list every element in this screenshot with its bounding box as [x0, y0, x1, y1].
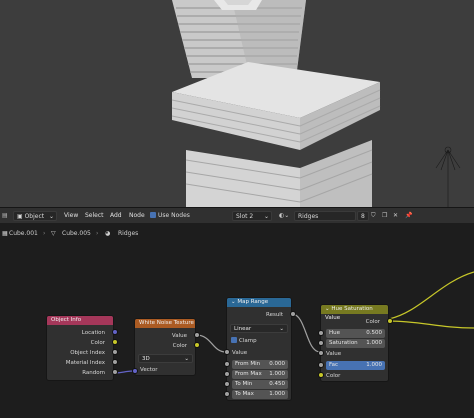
- link-result-to-value: [291, 313, 321, 353]
- socket-label: Color: [90, 340, 105, 346]
- to-min-input-socket[interactable]: [224, 381, 230, 387]
- hue-field[interactable]: Hue 0.500: [326, 329, 385, 338]
- node-header: White Noise Texture: [135, 319, 195, 328]
- unlink-x-icon[interactable]: ✕: [393, 211, 403, 221]
- to-max-input-socket[interactable]: [224, 391, 230, 397]
- material-sphere-icon: ◕: [105, 230, 111, 237]
- white-noise-texture-node[interactable]: White Noise Texture Value Color 3D ⌄ Vect…: [134, 318, 196, 376]
- tower-lower-column: [185, 140, 373, 207]
- object-index-output-socket[interactable]: [112, 349, 118, 355]
- color-output-socket[interactable]: [194, 342, 200, 348]
- socket-label: Location: [81, 330, 105, 336]
- chevron-down-icon: ⌄: [263, 213, 269, 220]
- interpolation-dropdown[interactable]: Linear ⌄: [230, 324, 288, 333]
- slot-dropdown[interactable]: Slot 2 ⌄: [232, 211, 272, 221]
- map-range-node[interactable]: ⌄ Map Range Result Linear ⌄ Clamp Value F…: [226, 297, 292, 401]
- cube-icon: ▦: [2, 230, 8, 237]
- to-min-field[interactable]: To Min 0.450: [232, 380, 288, 389]
- chevron-right-icon: ›: [43, 230, 46, 237]
- socket-label: Value: [171, 333, 187, 339]
- node-header: ⌄ Hue Saturation Value: [321, 305, 388, 321]
- breadcrumb-item: Ridges: [118, 230, 139, 237]
- light-gizmo: [435, 146, 461, 207]
- material-index-output-socket[interactable]: [112, 359, 118, 365]
- color-output-socket[interactable]: [112, 339, 118, 345]
- use-nodes-checkbox[interactable]: Use Nodes: [150, 211, 190, 221]
- material-browse-icon[interactable]: ◐⌄: [279, 211, 293, 221]
- 3d-viewport[interactable]: [0, 0, 474, 207]
- chevron-down-icon: ⌄: [184, 356, 189, 362]
- saturation-field[interactable]: Saturation 1.000: [326, 339, 385, 348]
- vector-input-socket[interactable]: [132, 368, 138, 374]
- duplicate-icon[interactable]: ❐: [382, 211, 392, 221]
- socket-label: Vector: [140, 367, 158, 373]
- result-output-socket[interactable]: [290, 311, 296, 317]
- value-output-socket[interactable]: [194, 332, 200, 338]
- object-info-node[interactable]: Object Info Location Color Object Index …: [46, 315, 114, 381]
- socket-label: Value: [326, 351, 342, 357]
- tower-render: [171, 0, 461, 207]
- node-editor-header: ▤ ▣ Object ⌄ View Select Add Node Use Nod…: [0, 207, 474, 223]
- node-header: Object Info: [47, 316, 113, 325]
- dimensions-dropdown[interactable]: 3D ⌄: [138, 354, 193, 363]
- socket-label: Material Index: [65, 360, 105, 366]
- menu-select[interactable]: Select: [85, 211, 104, 221]
- object-icon: ▣: [17, 213, 25, 220]
- fac-input-socket[interactable]: [318, 362, 324, 368]
- location-output-socket[interactable]: [112, 329, 118, 335]
- breadcrumb-item: Cube.005: [62, 230, 91, 237]
- fac-field[interactable]: Fac 1.000: [326, 361, 385, 370]
- color-output-socket[interactable]: [387, 318, 393, 324]
- material-users-count[interactable]: 8: [357, 211, 369, 221]
- from-max-input-socket[interactable]: [224, 371, 230, 377]
- breadcrumb-item: Cube.001: [9, 230, 38, 237]
- socket-label: Color: [172, 343, 187, 349]
- fake-user-shield-icon[interactable]: ⛉: [371, 211, 381, 221]
- material-name-field[interactable]: Ridges: [294, 211, 356, 221]
- to-max-field[interactable]: To Max 1.000: [232, 390, 288, 399]
- pin-icon[interactable]: 📌: [405, 211, 415, 221]
- menu-view[interactable]: View: [64, 211, 78, 221]
- link-value-to-value: [195, 334, 227, 353]
- chevron-right-icon: ›: [96, 230, 99, 237]
- saturation-input-socket[interactable]: [318, 340, 324, 346]
- link-color-out-upper: [388, 271, 474, 320]
- socket-label: Value: [232, 350, 248, 356]
- chevron-down-icon: ⌄: [279, 326, 284, 332]
- hue-input-socket[interactable]: [318, 330, 324, 336]
- from-min-field[interactable]: From Min 0.000: [232, 360, 288, 369]
- clamp-checkbox[interactable]: Clamp: [231, 336, 257, 346]
- random-output-socket[interactable]: [112, 369, 118, 375]
- checkbox-checked-icon: [150, 212, 156, 218]
- menu-node[interactable]: Node: [129, 211, 145, 221]
- color-input-socket[interactable]: [318, 372, 324, 378]
- socket-label: Object Index: [70, 350, 105, 356]
- chevron-down-icon: ⌄: [48, 213, 54, 220]
- socket-label: Result: [266, 312, 283, 318]
- mesh-triangle-icon: ▽: [51, 230, 56, 237]
- node-header: ⌄ Map Range: [227, 298, 291, 307]
- socket-label: Random: [82, 370, 105, 376]
- from-min-input-socket[interactable]: [224, 361, 230, 367]
- menu-add[interactable]: Add: [110, 211, 122, 221]
- value-input-socket[interactable]: [224, 349, 230, 355]
- from-max-field[interactable]: From Max 1.000: [232, 370, 288, 379]
- editor-type-icon[interactable]: ▤: [2, 211, 12, 221]
- value-input-socket[interactable]: [318, 350, 324, 356]
- socket-label: Color: [365, 319, 380, 325]
- breadcrumb: ▦ Cube.001 › ▽ Cube.005 › ◕ Ridges: [0, 224, 474, 242]
- socket-label: Color: [326, 373, 341, 379]
- checkbox-checked-icon: [231, 337, 237, 343]
- object-mode-dropdown[interactable]: ▣ Object ⌄: [13, 211, 57, 221]
- hue-saturation-value-node[interactable]: ⌄ Hue Saturation Value Color Hue 0.500 Sa…: [320, 304, 389, 382]
- node-editor-canvas[interactable]: Object Info Location Color Object Index …: [0, 242, 474, 418]
- link-color-out: [388, 320, 474, 329]
